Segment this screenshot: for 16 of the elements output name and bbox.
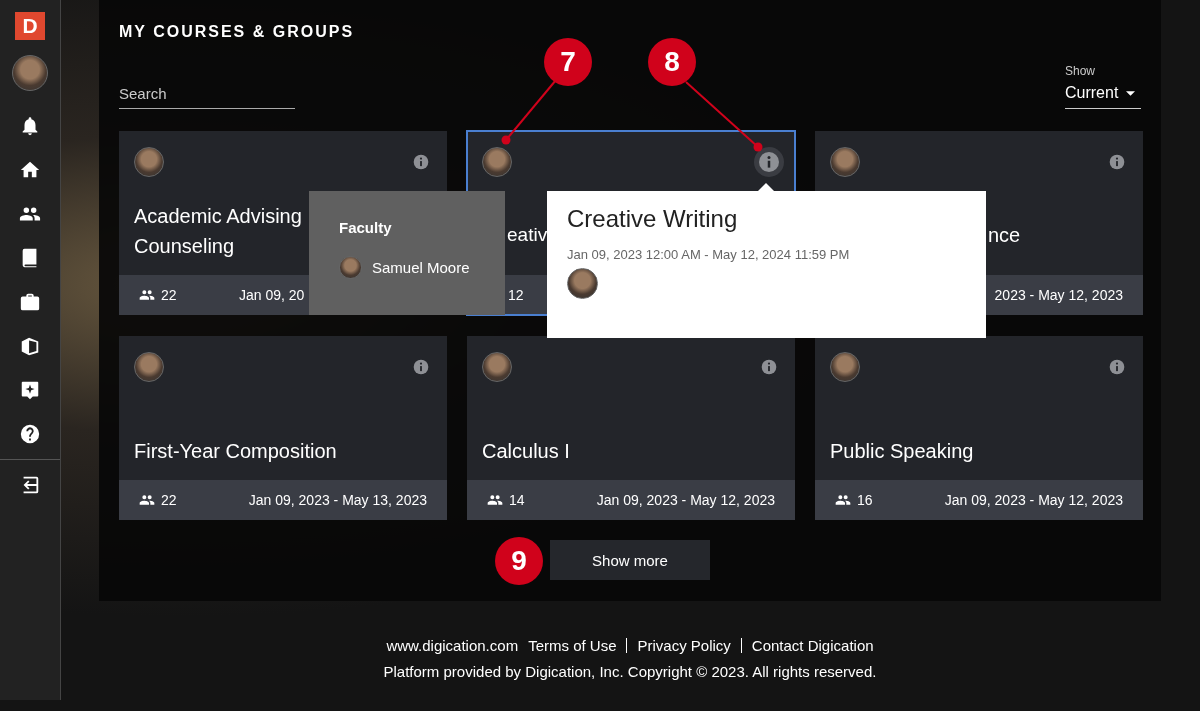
member-count: 14 [509, 492, 526, 508]
course-dates: Jan 09, 2023 - May 13, 2023 [248, 492, 427, 508]
member-count: 12 [508, 287, 525, 303]
member-count: 22 [161, 492, 178, 508]
show-label: Show [1065, 64, 1097, 78]
course-dates: Jan 09, 2023 - May 12, 2023 [596, 492, 775, 508]
member-count: 22 [161, 287, 178, 303]
popup-title: Creative Writing [567, 205, 739, 233]
popup-dates: Jan 09, 2023 12:00 AM - May 12, 2024 11:59 PM [567, 247, 851, 262]
course-dates: Jan 09, 20 [239, 287, 305, 303]
course-dates: Jan 09, 2023 - May 12, 2023 [944, 492, 1123, 508]
page-title: MY COURSES & GROUPS [119, 22, 356, 42]
member-count: 16 [857, 492, 874, 508]
copyright-text: Platform provided by Digication, Inc. Copyright © 2023. All rights reserved. [383, 663, 877, 680]
course-dates: 2023 - May 12, 2023 [994, 287, 1123, 303]
popup-heading: Faculty [339, 219, 393, 236]
